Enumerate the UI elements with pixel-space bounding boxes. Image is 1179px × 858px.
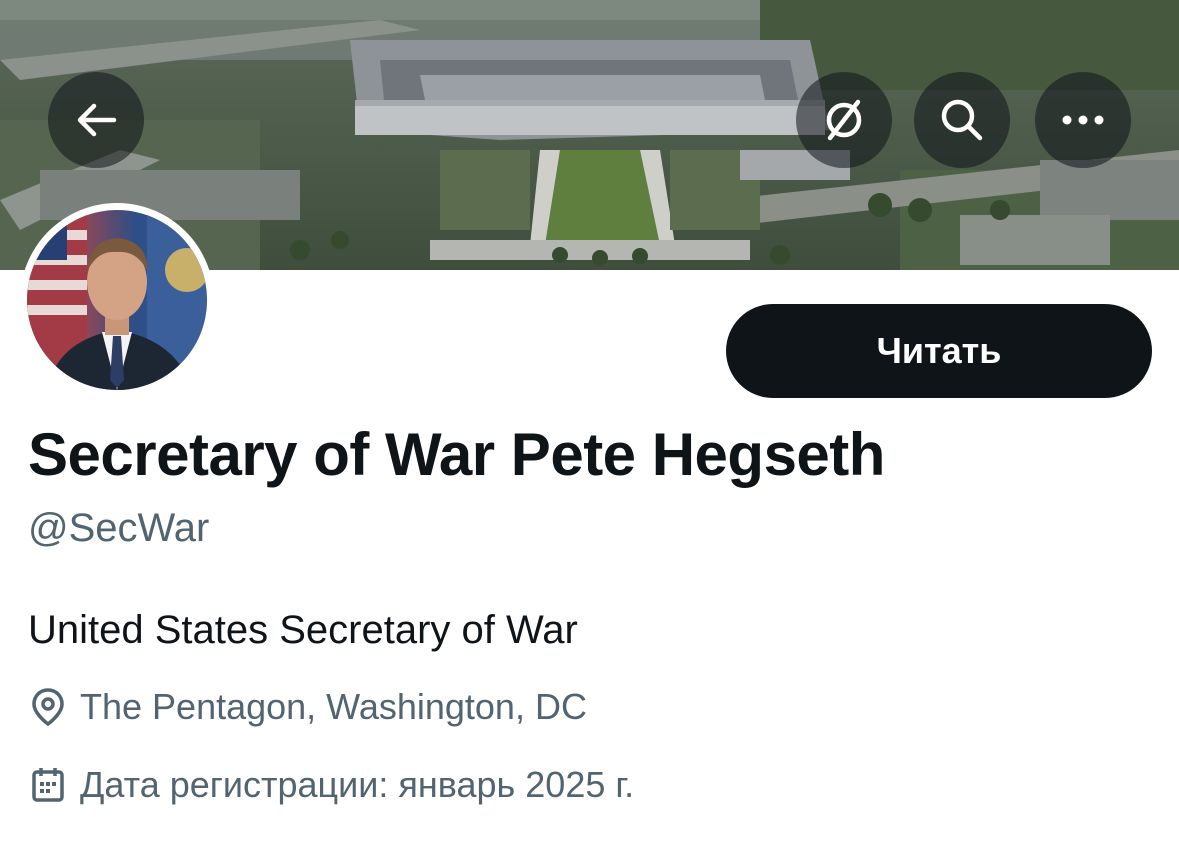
display-name: Secretary of War Pete Hegseth <box>28 421 885 488</box>
calendar-icon <box>28 765 68 805</box>
arrow-left-icon <box>77 103 117 137</box>
username-handle: @SecWar <box>28 506 210 550</box>
joined-row: Дата регистрации: январь 2025 г. <box>28 764 634 806</box>
location-text: The Pentagon, Washington, DC <box>80 686 587 727</box>
avatar-photo <box>27 210 207 390</box>
slashed-circle-icon <box>826 99 862 141</box>
joined-date-text: Дата регистрации: январь 2025 г. <box>80 764 635 805</box>
location-row: The Pentagon, Washington, DC <box>28 686 587 728</box>
search-icon <box>941 99 983 141</box>
more-button[interactable] <box>1035 72 1131 168</box>
more-horizontal-icon <box>1062 115 1104 125</box>
avatar[interactable] <box>20 203 214 397</box>
back-button[interactable] <box>48 72 144 168</box>
location-pin-icon <box>28 687 68 727</box>
profile-bio: United States Secretary of War <box>28 608 578 652</box>
follow-button[interactable]: Читать <box>726 304 1152 398</box>
unmuted-button[interactable] <box>796 72 892 168</box>
search-button[interactable] <box>914 72 1010 168</box>
